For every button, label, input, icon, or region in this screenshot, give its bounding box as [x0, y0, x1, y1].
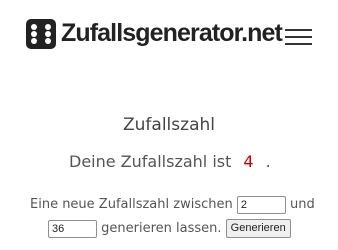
- form-text-and: und: [290, 197, 315, 212]
- range-form-line-1: Eine neue Zufallszahl zwischen und: [30, 194, 315, 216]
- page-title: Zufallszahl: [123, 115, 215, 135]
- page: Zufallsgenerator.net Zufallszahl Deine Z…: [0, 0, 338, 250]
- max-number-input[interactable]: [48, 219, 97, 238]
- result-suffix: .: [265, 152, 271, 171]
- min-number-input[interactable]: [236, 195, 286, 214]
- random-number-result: 4: [243, 152, 254, 171]
- hamburger-menu-icon[interactable]: [285, 27, 312, 47]
- dice-icon[interactable]: [26, 19, 56, 49]
- range-form-line-2: generieren lassen. Generieren: [48, 218, 291, 240]
- form-text-generate: generieren lassen.: [101, 221, 222, 236]
- result-line: Deine Zufallszahl ist 4.: [69, 150, 271, 174]
- form-text-between: Eine neue Zufallszahl zwischen: [30, 197, 233, 212]
- site-logo-text[interactable]: Zufallsgenerator.net: [61, 15, 283, 51]
- generate-button[interactable]: Generieren: [225, 219, 291, 238]
- header: Zufallsgenerator.net: [0, 0, 338, 70]
- result-prefix: Deine Zufallszahl ist: [69, 152, 232, 171]
